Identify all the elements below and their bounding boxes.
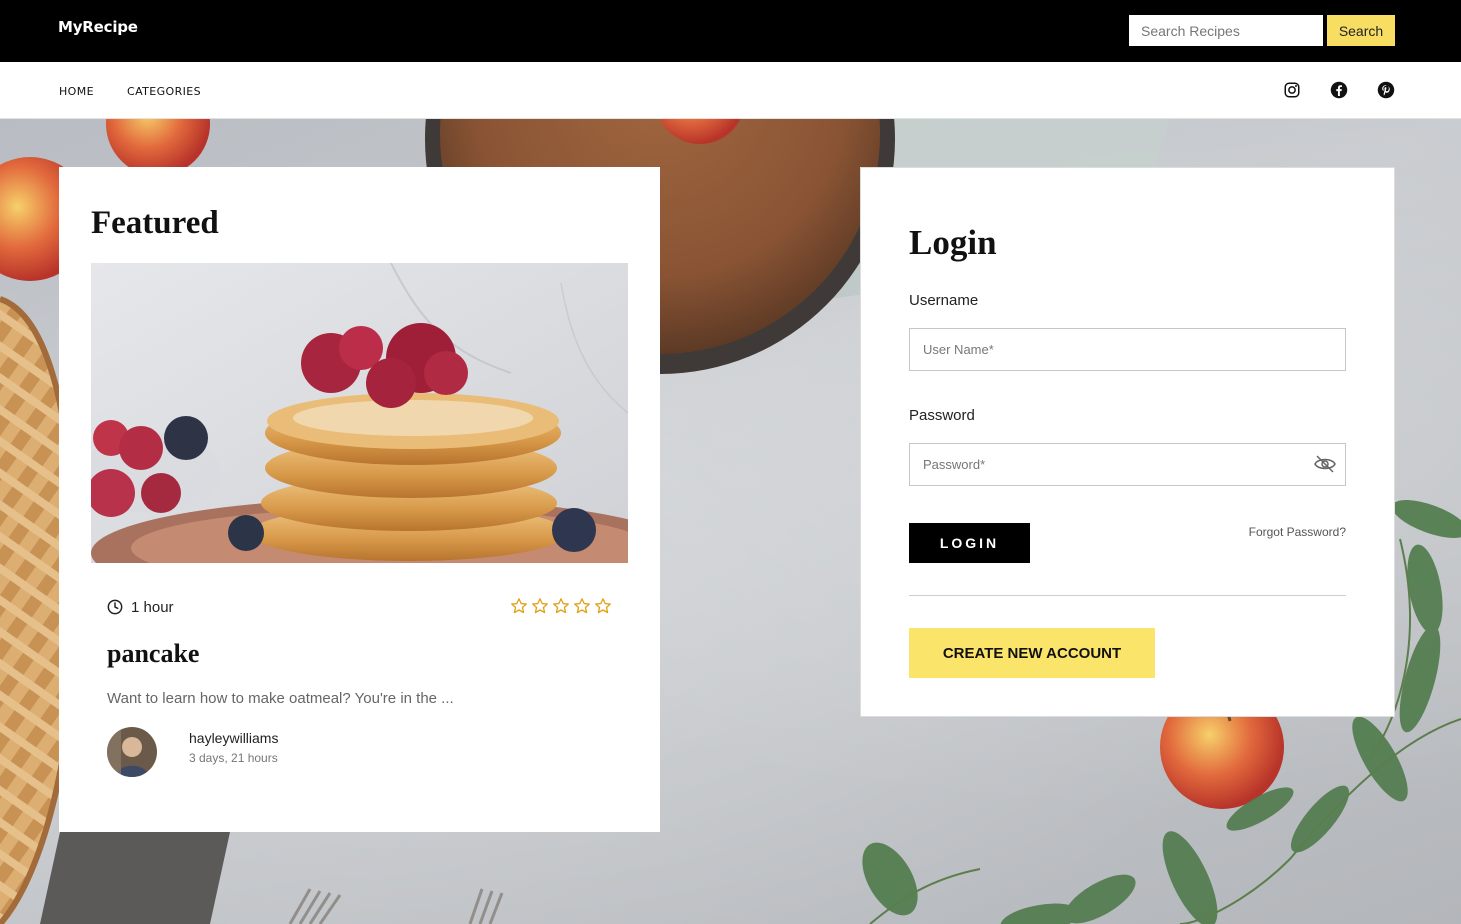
search-button[interactable]: Search — [1327, 15, 1395, 46]
username-field[interactable] — [909, 328, 1346, 371]
login-card: Login Username Password LOGIN Forgot Pas… — [860, 167, 1395, 717]
star-icon[interactable] — [510, 597, 528, 615]
author-name[interactable]: hayleywilliams — [189, 730, 278, 746]
password-label: Password — [909, 407, 975, 424]
create-account-button[interactable]: CREATE NEW ACCOUNT — [909, 628, 1155, 678]
clock-icon — [107, 599, 123, 615]
eye-slash-icon[interactable] — [1313, 454, 1337, 474]
recipe-meta: 1 hour — [107, 597, 612, 619]
facebook-icon[interactable] — [1330, 81, 1348, 99]
brand-logo[interactable]: MyRecipe — [58, 18, 138, 36]
nav-item-home[interactable]: HOME — [59, 85, 94, 98]
author-avatar-image — [107, 727, 157, 777]
star-icon[interactable] — [573, 597, 591, 615]
star-rating[interactable] — [510, 597, 612, 615]
recipe-image[interactable] — [91, 263, 628, 563]
instagram-icon[interactable] — [1283, 81, 1301, 99]
forgot-password-link[interactable]: Forgot Password? — [1249, 525, 1346, 539]
divider — [909, 595, 1346, 596]
post-time: 3 days, 21 hours — [189, 751, 278, 765]
password-field[interactable] — [909, 443, 1346, 486]
login-button[interactable]: LOGIN — [909, 523, 1030, 563]
star-icon[interactable] — [594, 597, 612, 615]
nav-bar: HOME CATEGORIES — [0, 62, 1461, 119]
recipe-excerpt: Want to learn how to make oatmeal? You'r… — [107, 690, 454, 707]
star-icon[interactable] — [552, 597, 570, 615]
featured-heading: Featured — [91, 205, 219, 241]
recipe-title[interactable]: pancake — [107, 639, 199, 669]
username-label: Username — [909, 292, 979, 309]
login-heading: Login — [909, 223, 997, 262]
pancake-photo — [91, 263, 628, 563]
featured-card: Featured 1 hour pancake Want to learn ho… — [59, 167, 660, 832]
recipe-duration: 1 hour — [131, 599, 174, 616]
avatar[interactable] — [107, 727, 157, 777]
star-icon[interactable] — [531, 597, 549, 615]
search-input[interactable] — [1129, 15, 1323, 46]
top-bar: MyRecipe Search — [0, 0, 1461, 62]
pinterest-icon[interactable] — [1377, 81, 1395, 99]
nav-item-categories[interactable]: CATEGORIES — [127, 85, 201, 98]
